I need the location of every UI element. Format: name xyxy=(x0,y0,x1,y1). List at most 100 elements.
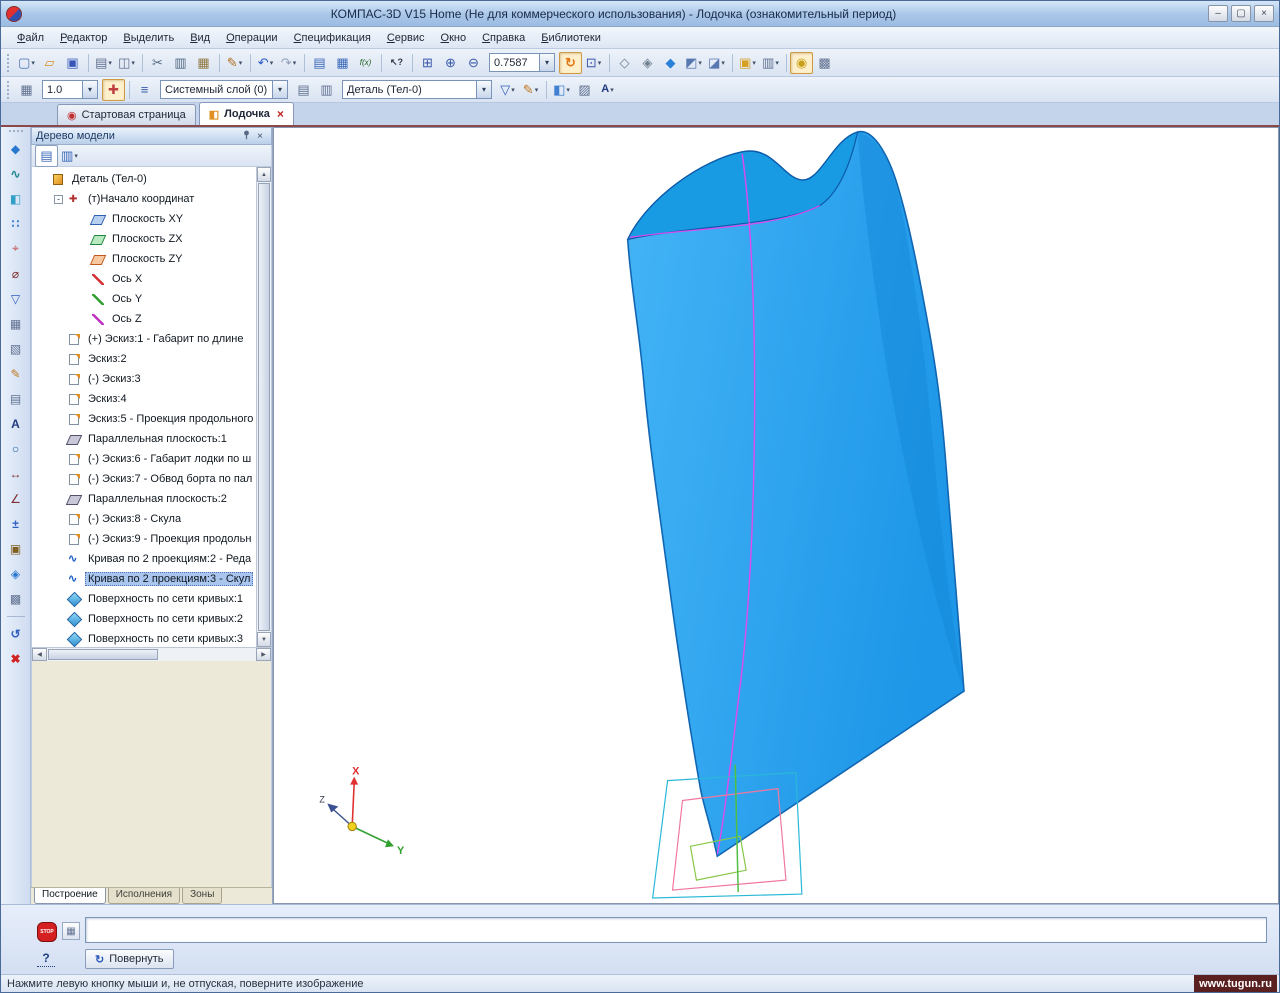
tree-item-sketch-6[interactable]: (-) Эскиз:6 - Габарит лодки по ш xyxy=(32,449,256,469)
projection-button[interactable]: ◪ ▾ xyxy=(705,52,728,74)
layers-button[interactable]: ≡ xyxy=(133,79,156,101)
current-part-combo[interactable]: Деталь (Тел-0) ▾ xyxy=(342,80,492,99)
context-help-button[interactable]: ↖? xyxy=(385,52,408,74)
parameterization-tool[interactable]: ± xyxy=(4,513,28,534)
refresh-view-button[interactable]: ↻ xyxy=(559,51,582,74)
style-pen-button[interactable]: ✎ ▾ xyxy=(519,79,542,101)
close-button[interactable]: × xyxy=(1254,5,1274,22)
tree-structure-button[interactable]: ▤ xyxy=(35,144,58,167)
design-elements-tool[interactable]: ✎ xyxy=(4,363,28,384)
menu-editor[interactable]: Редактор xyxy=(52,29,115,47)
applications-tool[interactable]: ◈ xyxy=(4,563,28,584)
tree-item-surface-3[interactable]: Поверхность по сети кривых:3 xyxy=(32,629,256,647)
chevron-down-icon[interactable]: ▾ xyxy=(539,54,554,71)
scroll-up-icon[interactable]: ▲ xyxy=(257,167,271,182)
tree-item-sketch-5[interactable]: Эскиз:5 - Проекция продольного xyxy=(32,409,256,429)
menu-window[interactable]: Окно xyxy=(433,29,475,47)
tree-item-surface-2[interactable]: Поверхность по сети кривых:2 xyxy=(32,609,256,629)
menu-service[interactable]: Сервис xyxy=(379,29,433,47)
edit-part-tool[interactable]: ◆ xyxy=(4,138,28,159)
specification-button[interactable]: ▤ xyxy=(308,52,331,74)
hatch-button[interactable]: ▨ xyxy=(573,79,596,101)
document-grid-button[interactable]: ▦ xyxy=(15,79,38,101)
zoom-scale-combo[interactable]: 0.7587 ▾ xyxy=(489,53,555,72)
menu-file[interactable]: Файл xyxy=(9,29,52,47)
tree-item-surface-1[interactable]: Поверхность по сети кривых:1 xyxy=(32,589,256,609)
spec-objects-button[interactable]: ▦ xyxy=(331,52,354,74)
scrollbar-thumb[interactable] xyxy=(48,649,158,660)
text-style-button[interactable]: A ▾ xyxy=(596,79,619,101)
interrupt-command-button[interactable]: ✖ xyxy=(4,648,28,669)
quick-display-button[interactable]: ◉ xyxy=(790,51,813,74)
auxiliary-geometry-tool[interactable]: ⌖ xyxy=(4,238,28,259)
hidden-lines-display-button[interactable]: ◈ xyxy=(636,52,659,74)
snap-toggle-button[interactable]: ✚ xyxy=(102,78,125,101)
tree-tab-zony[interactable]: Зоны xyxy=(182,888,223,904)
tree-tab-ispolneniya[interactable]: Исполнения xyxy=(107,888,181,904)
zoom-rect-button[interactable]: ⊞ xyxy=(416,52,439,74)
zoom-in-button[interactable]: ⊕ xyxy=(439,52,462,74)
tab-close-icon[interactable]: × xyxy=(277,107,284,121)
tree-item-origin[interactable]: - (т)Начало координат xyxy=(32,189,256,209)
geometry-tool[interactable]: ○ xyxy=(4,438,28,459)
shaded-display-button[interactable]: ◆ xyxy=(659,52,682,74)
macro-tool[interactable]: ▩ xyxy=(4,588,28,609)
tab-lodochka[interactable]: ◧ Лодочка × xyxy=(198,102,294,125)
save-button[interactable]: ▣ xyxy=(61,52,84,74)
tree-horizontal-scrollbar[interactable]: ◀ ▶ xyxy=(31,647,272,661)
tree-item-curve-3[interactable]: Кривая по 2 проекциям:3 - Скул xyxy=(32,569,256,589)
interrupt-button[interactable]: STOP xyxy=(35,920,59,944)
menu-specification[interactable]: Спецификация xyxy=(286,29,379,47)
scrollbar-thumb[interactable] xyxy=(258,183,270,631)
menu-operations[interactable]: Операции xyxy=(218,29,285,47)
chevron-down-icon[interactable]: ▾ xyxy=(272,81,287,98)
close-panel-icon[interactable]: × xyxy=(253,131,267,142)
arrays-tool[interactable]: ∷ xyxy=(4,213,28,234)
paste-button[interactable]: ▦ xyxy=(192,52,215,74)
tree-item-sketch-1[interactable]: (+) Эскиз:1 - Габарит по длине xyxy=(32,329,256,349)
surfaces-tool[interactable]: ◧ xyxy=(4,188,28,209)
model-modes-button[interactable]: ▣ ▾ xyxy=(736,52,759,74)
spatial-curves-tool[interactable]: ∿ xyxy=(4,163,28,184)
scroll-down-icon[interactable]: ▼ xyxy=(257,632,271,647)
expander-icon[interactable]: - xyxy=(54,194,63,204)
menu-view[interactable]: Вид xyxy=(182,29,218,47)
restore-button[interactable]: ▢ xyxy=(1231,5,1251,22)
scroll-right-icon[interactable]: ▶ xyxy=(256,648,271,661)
reports-tool[interactable]: ▧ xyxy=(4,338,28,359)
chevron-down-icon[interactable]: ▾ xyxy=(82,81,97,98)
copy-properties-button[interactable]: ✎ ▾ xyxy=(223,52,246,74)
open-button[interactable]: ▱ xyxy=(38,52,61,74)
tree-item-plane-xy[interactable]: Плоскость XY xyxy=(32,209,256,229)
tree-item-plane-zy[interactable]: Плоскость ZY xyxy=(32,249,256,269)
tree-item-sketch-7[interactable]: (-) Эскиз:7 - Обвод борта по пал xyxy=(32,469,256,489)
cut-button[interactable]: ✂ xyxy=(146,52,169,74)
libraries-tool[interactable]: ▣ xyxy=(4,538,28,559)
new-layer-button[interactable]: ▥ xyxy=(315,79,338,101)
tree-item-parallel-plane-1[interactable]: Параллельная плоскость:1 xyxy=(32,429,256,449)
dimensions-tool[interactable]: ↔ xyxy=(4,463,28,484)
print-button[interactable]: ▤ ▾ xyxy=(92,52,115,74)
property-panel-toggle-button[interactable]: ▦ xyxy=(62,922,80,940)
tab-start-page[interactable]: ◉ Стартовая страница xyxy=(57,104,196,125)
copy-button[interactable]: ▥ xyxy=(169,52,192,74)
toolbar-grip[interactable] xyxy=(7,53,11,72)
tree-vertical-scrollbar[interactable]: ▲ ▼ xyxy=(256,167,271,647)
tree-item-sketch-2[interactable]: Эскиз:2 xyxy=(32,349,256,369)
tree-item-sketch-8[interactable]: (-) Эскиз:8 - Скула xyxy=(32,509,256,529)
tree-item-sketch-9[interactable]: (-) Эскиз:9 - Проекция продольн xyxy=(32,529,256,549)
print-preview-button[interactable]: ◫ ▾ xyxy=(115,52,138,74)
current-layer-combo[interactable]: Системный слой (0) ▾ xyxy=(160,80,288,99)
filter-button[interactable]: ▽ ▾ xyxy=(496,79,519,101)
help-button[interactable]: ? xyxy=(37,949,55,967)
tree-item-axis-x[interactable]: Ось X xyxy=(32,269,256,289)
filters-tool[interactable]: ▽ xyxy=(4,288,28,309)
designations-tool[interactable]: ∠ xyxy=(4,488,28,509)
tree-item-curve-2[interactable]: Кривая по 2 проекциям:2 - Реда xyxy=(32,549,256,569)
minimize-button[interactable]: ‒ xyxy=(1208,5,1228,22)
fill-button[interactable]: ◧ ▾ xyxy=(550,79,573,101)
tree-item-plane-zx[interactable]: Плоскость ZX xyxy=(32,229,256,249)
tree-item-sketch-3[interactable]: (-) Эскиз:3 xyxy=(32,369,256,389)
redo-button[interactable]: ↷ ▾ xyxy=(277,52,300,74)
pin-icon[interactable] xyxy=(239,130,253,143)
